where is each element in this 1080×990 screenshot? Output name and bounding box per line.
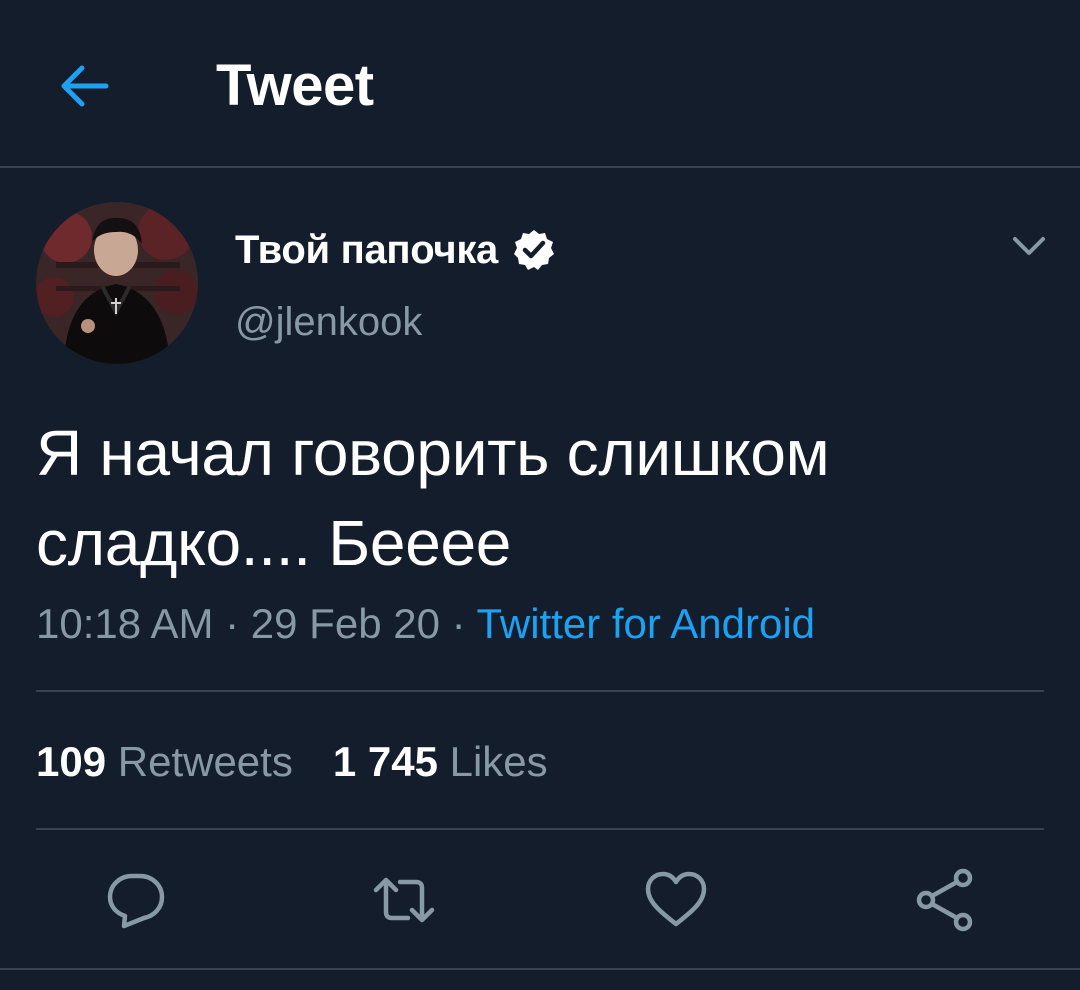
tweet-text: Я начал говорить слишком сладко.... Беее… <box>36 408 1036 588</box>
divider <box>36 828 1044 830</box>
meta-separator: · <box>213 600 251 647</box>
reply-icon <box>107 873 165 929</box>
back-button[interactable] <box>56 58 112 114</box>
verified-badge-icon <box>514 230 555 270</box>
share-button[interactable] <box>914 868 978 932</box>
divider <box>36 690 1044 692</box>
meta-separator: · <box>439 600 477 647</box>
retweet-button[interactable] <box>372 868 436 932</box>
share-icon <box>916 868 973 932</box>
likes-label: Likes <box>449 738 548 785</box>
more-options-button[interactable] <box>1008 228 1050 264</box>
reply-button[interactable] <box>104 868 168 932</box>
like-button[interactable] <box>644 868 708 932</box>
avatar[interactable] <box>36 202 198 364</box>
display-name: Твой папочка <box>235 228 499 272</box>
avatar-image <box>36 202 198 364</box>
top-bar: Tweet <box>0 0 1080 168</box>
author-name-row[interactable]: Твой папочка <box>235 224 556 276</box>
divider <box>0 968 1080 970</box>
like-icon <box>645 871 707 927</box>
tweet-meta: 10:18 AM · 29 Feb 20 · Twitter for Andro… <box>36 596 815 652</box>
tweet-text-line-2: сладко.... Бееее <box>36 507 512 579</box>
retweets-count: 109 <box>36 738 107 785</box>
tweet-stats: 109 Retweets 1 745 Likes <box>36 734 588 790</box>
retweets-stat[interactable]: 109 Retweets <box>36 734 293 790</box>
retweets-label: Retweets <box>117 738 293 785</box>
tweet-time: 10:18 AM <box>36 600 214 647</box>
likes-stat[interactable]: 1 745 Likes <box>333 734 548 790</box>
arrow-left-icon <box>61 65 109 107</box>
page-title: Tweet <box>216 53 374 118</box>
tweet-date: 29 Feb 20 <box>250 600 440 647</box>
likes-count: 1 745 <box>332 738 438 785</box>
chevron-down-icon <box>1013 237 1045 255</box>
tweet-text-line-1: Я начал говорить слишком <box>36 417 830 489</box>
retweet-icon <box>373 877 435 923</box>
tweet-source-link[interactable]: Twitter for Android <box>477 600 815 647</box>
author-handle[interactable]: @jlenkook <box>235 296 422 348</box>
